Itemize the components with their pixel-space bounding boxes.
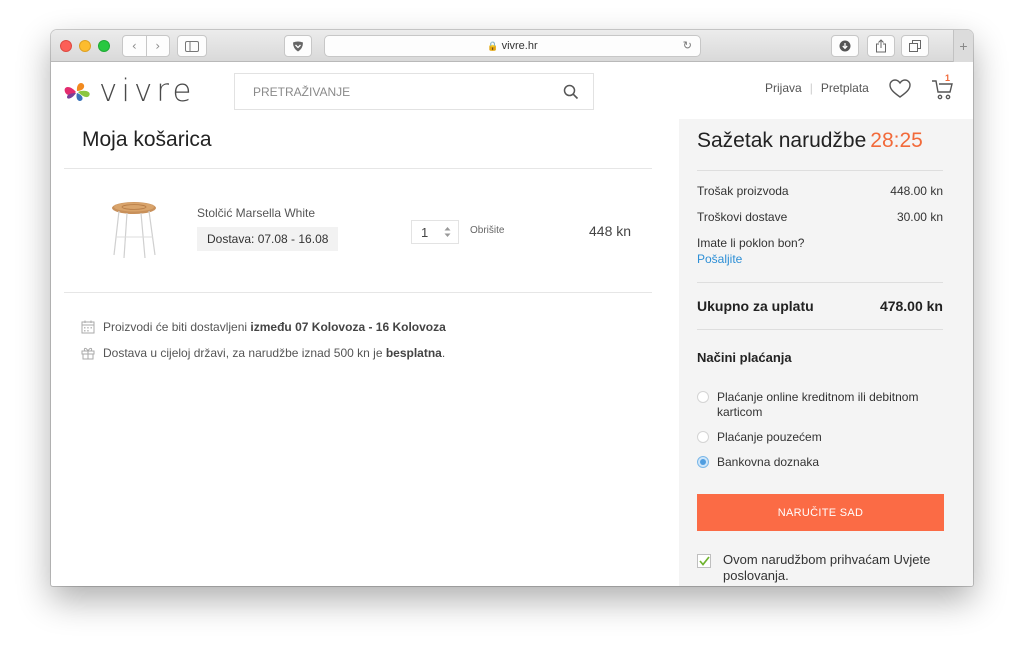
calendar-icon bbox=[81, 320, 95, 334]
search-icon[interactable] bbox=[563, 84, 579, 100]
back-icon[interactable]: ‹ bbox=[123, 36, 146, 56]
heart-icon[interactable] bbox=[889, 79, 911, 99]
delivery-badge: Dostava: 07.08 - 16.08 bbox=[197, 227, 339, 251]
voucher-question: Imate li poklon bon? bbox=[697, 236, 805, 250]
browser-toolbar: ‹ › 🔒 vivre.hr ↻ + bbox=[51, 30, 973, 62]
minimize-window-button[interactable] bbox=[79, 40, 91, 52]
quantity-select[interactable]: 1 bbox=[411, 220, 459, 244]
close-window-button[interactable] bbox=[60, 40, 72, 52]
order-now-button[interactable]: NARUČITE SAD bbox=[697, 494, 944, 531]
item-price: 448 kn bbox=[589, 223, 632, 239]
shipping-info: Dostava u cijeloj državi, za narudžbe iz… bbox=[81, 346, 445, 360]
page-title: Moja košarica bbox=[82, 128, 212, 151]
login-link[interactable]: Prijava bbox=[765, 81, 802, 95]
total-row: Ukupno za uplatu 478.00 kn bbox=[697, 298, 943, 314]
shipping-cost-value: 30.00 kn bbox=[896, 210, 943, 224]
terms-checkbox[interactable] bbox=[697, 554, 711, 568]
terms-text: Ovom narudžbom prihvaćam Uvjete poslovan… bbox=[723, 552, 931, 583]
sidebar-icon bbox=[185, 40, 199, 52]
summary-title: Sažetak narudžbe 28:25 bbox=[697, 129, 923, 153]
forward-icon[interactable]: › bbox=[145, 36, 170, 56]
remove-item-link[interactable]: Obrišite bbox=[470, 225, 504, 236]
site-header: vivre Prijava | Pretplata 1 bbox=[51, 63, 973, 119]
product-image[interactable] bbox=[109, 199, 159, 261]
tabs-overview-button[interactable] bbox=[901, 35, 929, 57]
divider bbox=[697, 282, 943, 283]
countdown-timer: 28:25 bbox=[870, 129, 923, 152]
search-input[interactable] bbox=[235, 84, 535, 99]
cart-count-badge: 1 bbox=[945, 73, 951, 83]
payment-option-bank-transfer[interactable]: Bankovna doznaka bbox=[697, 455, 947, 470]
downloads-button[interactable] bbox=[831, 35, 859, 57]
delivery-info-text: Proizvodi će biti dostavljeni bbox=[103, 320, 248, 334]
tabs-icon bbox=[909, 40, 921, 52]
download-icon bbox=[839, 40, 851, 52]
voucher-link[interactable]: Pošaljite bbox=[697, 252, 742, 266]
payment-option-label: Plaćanje pouzećem bbox=[717, 430, 822, 444]
shipping-info-suffix: . bbox=[441, 346, 446, 360]
divider bbox=[64, 168, 652, 169]
link-separator: | bbox=[809, 81, 813, 95]
share-icon bbox=[876, 39, 886, 53]
cart-section: Moja košarica Stolčić Marsella White Dos… bbox=[51, 119, 679, 586]
history-nav: ‹ › bbox=[122, 35, 170, 57]
payment-methods-title: Načini plaćanja bbox=[697, 350, 792, 365]
payment-radio-bank-transfer[interactable] bbox=[697, 456, 709, 468]
share-button[interactable] bbox=[867, 35, 895, 57]
lock-icon: 🔒 bbox=[487, 40, 499, 51]
shield-icon bbox=[293, 41, 303, 51]
plus-icon: + bbox=[959, 38, 968, 54]
summary-title-text: Sažetak narudžbe bbox=[697, 129, 867, 152]
zoom-window-button[interactable] bbox=[98, 40, 110, 52]
quantity-value: 1 bbox=[421, 224, 429, 240]
product-cost-label: Trošak proizvoda bbox=[697, 184, 789, 198]
product-cost-value: 448.00 kn bbox=[890, 184, 943, 198]
gift-icon bbox=[81, 346, 95, 360]
divider bbox=[64, 292, 652, 293]
payment-option-cod[interactable]: Plaćanje pouzećem bbox=[697, 430, 947, 445]
vivre-logo[interactable]: vivre bbox=[63, 76, 195, 107]
sidebar-toggle-button[interactable] bbox=[177, 35, 207, 57]
logo-flower-icon bbox=[64, 82, 90, 101]
product-cost-row: Trošak proizvoda 448.00 kn bbox=[697, 184, 943, 198]
subscribe-link[interactable]: Pretplata bbox=[821, 81, 869, 95]
address-bar[interactable]: 🔒 vivre.hr ↻ bbox=[324, 35, 701, 57]
shipping-info-text: Dostava u cijeloj državi, za narudžbe iz… bbox=[103, 346, 383, 360]
checkmark-icon bbox=[698, 556, 710, 566]
payment-option-card[interactable]: Plaćanje online kreditnom ili debitnom k… bbox=[697, 390, 947, 420]
account-links: Prijava | Pretplata bbox=[765, 81, 869, 95]
total-value: 478.00 kn bbox=[879, 298, 943, 314]
shield-button[interactable] bbox=[284, 35, 312, 57]
divider bbox=[697, 329, 943, 330]
shipping-cost-label: Troškovi dostave bbox=[697, 210, 788, 224]
divider bbox=[697, 170, 943, 171]
total-label: Ukupno za uplatu bbox=[697, 298, 814, 314]
stepper-arrows-icon bbox=[444, 226, 451, 238]
product-name[interactable]: Stolčić Marsella White bbox=[197, 206, 315, 220]
delivery-info: Proizvodi će biti dostavljeni između 07 … bbox=[81, 320, 446, 334]
payment-radio-card[interactable] bbox=[697, 391, 709, 403]
delivery-info-dates: između 07 Kolovoza - 16 Kolovoza bbox=[250, 320, 446, 334]
payment-option-label: Bankovna doznaka bbox=[717, 455, 820, 469]
shipping-cost-row: Troškovi dostave 30.00 kn bbox=[697, 210, 943, 224]
reload-icon[interactable]: ↻ bbox=[683, 39, 692, 52]
new-tab-button[interactable]: + bbox=[953, 30, 973, 62]
browser-window: ‹ › 🔒 vivre.hr ↻ + vivre PRETRAŽIVANJE P… bbox=[51, 30, 973, 586]
url-text: vivre.hr bbox=[501, 40, 538, 52]
payment-option-label: Plaćanje online kreditnom ili debitnom k… bbox=[717, 390, 919, 419]
shipping-free-text: besplatna bbox=[385, 346, 442, 360]
search-box bbox=[234, 73, 594, 110]
payment-radio-cod[interactable] bbox=[697, 431, 709, 443]
terms-consent: Ovom narudžbom prihvaćam Uvjete poslovan… bbox=[697, 552, 949, 584]
cart-icon[interactable] bbox=[931, 77, 955, 101]
logo-text: vivre bbox=[99, 73, 196, 109]
order-summary: Sažetak narudžbe 28:25 Trošak proizvoda 4… bbox=[679, 119, 973, 586]
